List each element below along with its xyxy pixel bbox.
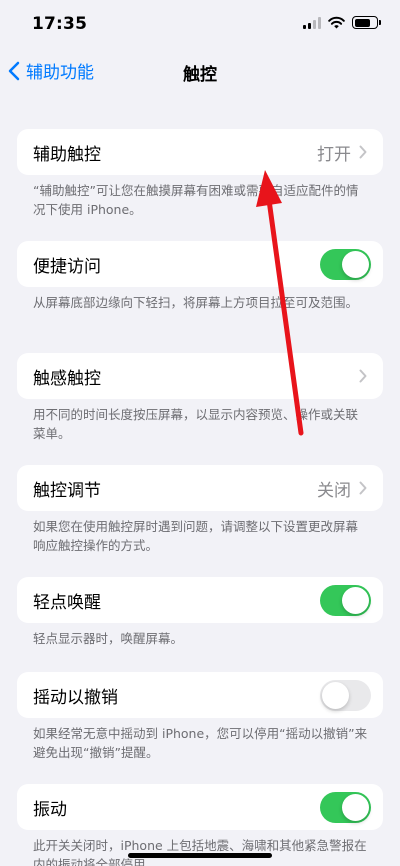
navigation-bar: 辅助功能 触控 <box>0 50 400 94</box>
cellular-signal-icon <box>303 16 321 29</box>
row-value: 关闭 <box>317 480 351 501</box>
row-label: 摇动以撤销 <box>33 687 118 708</box>
home-indicator[interactable] <box>128 853 272 858</box>
row-label: 触控调节 <box>33 480 101 501</box>
wifi-icon <box>328 16 345 29</box>
haptic-touch-row[interactable]: 触感触控 <box>17 353 383 399</box>
tap-to-wake-toggle[interactable] <box>320 584 371 616</box>
row-label: 触感触控 <box>33 368 101 389</box>
status-icons <box>303 16 381 29</box>
chevron-right-icon <box>359 369 367 383</box>
row-description: 如果经常无意中摇动到 iPhone，您可以停用“摇动以撤销”来避免出现“撤销”提… <box>33 726 368 760</box>
battery-icon <box>352 16 381 29</box>
vibration-row: 振动 <box>17 784 383 830</box>
row-description: “辅助触控”可让您在触摸屏幕有困难或需要自适应配件的情况下使用 iPhone。 <box>33 183 359 217</box>
reachability-row: 便捷访问 <box>17 241 383 287</box>
row-description: 从屏幕底部边缘向下轻扫，将屏幕上方项目拉至可及范围。 <box>33 295 359 310</box>
assistive-touch-row[interactable]: 辅助触控 打开 <box>17 129 383 175</box>
chevron-right-icon <box>359 145 367 159</box>
row-value: 打开 <box>317 144 351 165</box>
status-time: 17:35 <box>32 14 88 34</box>
row-description: 此开关关闭时，iPhone 上包括地震、海啸和其他紧急警报在内的振动将全部停用。 <box>33 838 367 866</box>
status-bar: 17:35 <box>0 0 400 50</box>
chevron-right-icon <box>359 481 367 495</box>
row-label: 便捷访问 <box>33 256 101 277</box>
touch-accommodations-row[interactable]: 触控调节 关闭 <box>17 465 383 511</box>
row-description: 用不同的时间长度按压屏幕，以显示内容预览、操作或关联菜单。 <box>33 407 359 441</box>
row-label: 振动 <box>33 799 67 820</box>
tap-to-wake-row: 轻点唤醒 <box>17 577 383 623</box>
shake-to-undo-toggle[interactable] <box>320 679 371 711</box>
row-label: 辅助触控 <box>33 144 101 165</box>
row-description: 轻点显示器时，唤醒屏幕。 <box>33 631 184 646</box>
page-title: 触控 <box>183 65 217 85</box>
row-description: 如果您在使用触控屏时遇到问题，请调整以下设置更改屏幕响应触控操作的方式。 <box>33 519 359 553</box>
reachability-toggle[interactable] <box>320 248 371 280</box>
row-label: 轻点唤醒 <box>33 592 101 613</box>
vibration-toggle[interactable] <box>320 791 371 823</box>
shake-to-undo-row: 摇动以撤销 <box>17 672 383 718</box>
